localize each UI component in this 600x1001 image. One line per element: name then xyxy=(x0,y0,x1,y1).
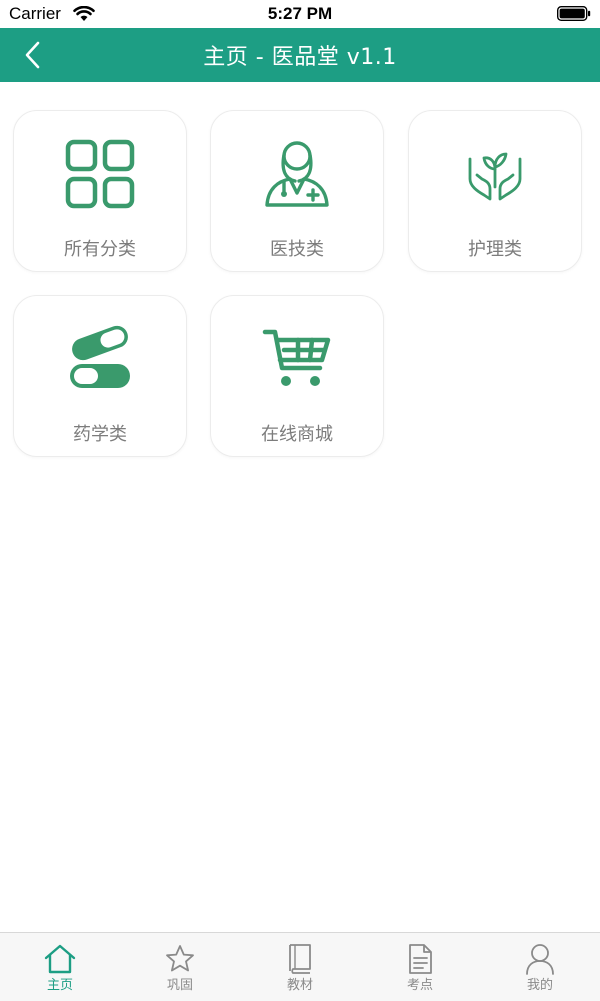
tab-home[interactable]: 主页 xyxy=(0,933,120,1001)
document-icon xyxy=(404,943,436,975)
category-card-online-store[interactable]: 在线商城 xyxy=(210,295,384,457)
tab-bar: 主页 巩固 教材 考点 我的 xyxy=(0,932,600,1001)
status-bar: Carrier 5:27 PM xyxy=(0,0,600,28)
status-time: 5:27 PM xyxy=(267,4,333,23)
tab-profile[interactable]: 我的 xyxy=(480,933,600,1001)
battery-icon xyxy=(556,5,591,22)
tab-label: 考点 xyxy=(406,978,433,993)
tab-label: 教材 xyxy=(286,978,313,993)
home-icon xyxy=(44,943,76,975)
category-label: 药学类 xyxy=(73,424,127,445)
doctor-icon xyxy=(262,139,332,209)
star-icon xyxy=(164,943,196,975)
tab-textbook[interactable]: 教材 xyxy=(240,933,360,1001)
tab-review[interactable]: 巩固 xyxy=(120,933,240,1001)
category-label: 医技类 xyxy=(270,239,324,260)
grid-icon xyxy=(65,139,135,209)
category-card-nursing[interactable]: 护理类 xyxy=(408,110,582,272)
category-card-all[interactable]: 所有分类 xyxy=(13,110,187,272)
category-card-medtech[interactable]: 医技类 xyxy=(210,110,384,272)
tab-label: 主页 xyxy=(46,978,73,993)
category-label: 护理类 xyxy=(468,239,522,260)
page-title: 主页 - 医品堂 v1.1 xyxy=(203,45,397,70)
tab-label: 我的 xyxy=(526,978,553,993)
category-label: 在线商城 xyxy=(261,424,333,445)
category-card-pharmacy[interactable]: 药学类 xyxy=(13,295,187,457)
pills-icon xyxy=(65,324,135,394)
person-icon xyxy=(524,943,556,975)
book-icon xyxy=(284,943,316,975)
tab-key-points[interactable]: 考点 xyxy=(360,933,480,1001)
care-hands-icon xyxy=(460,139,530,209)
category-label: 所有分类 xyxy=(64,239,136,260)
tab-label: 巩固 xyxy=(166,978,193,993)
cart-icon xyxy=(262,324,332,394)
navigation-bar: 主页 - 医品堂 v1.1 xyxy=(0,28,600,82)
